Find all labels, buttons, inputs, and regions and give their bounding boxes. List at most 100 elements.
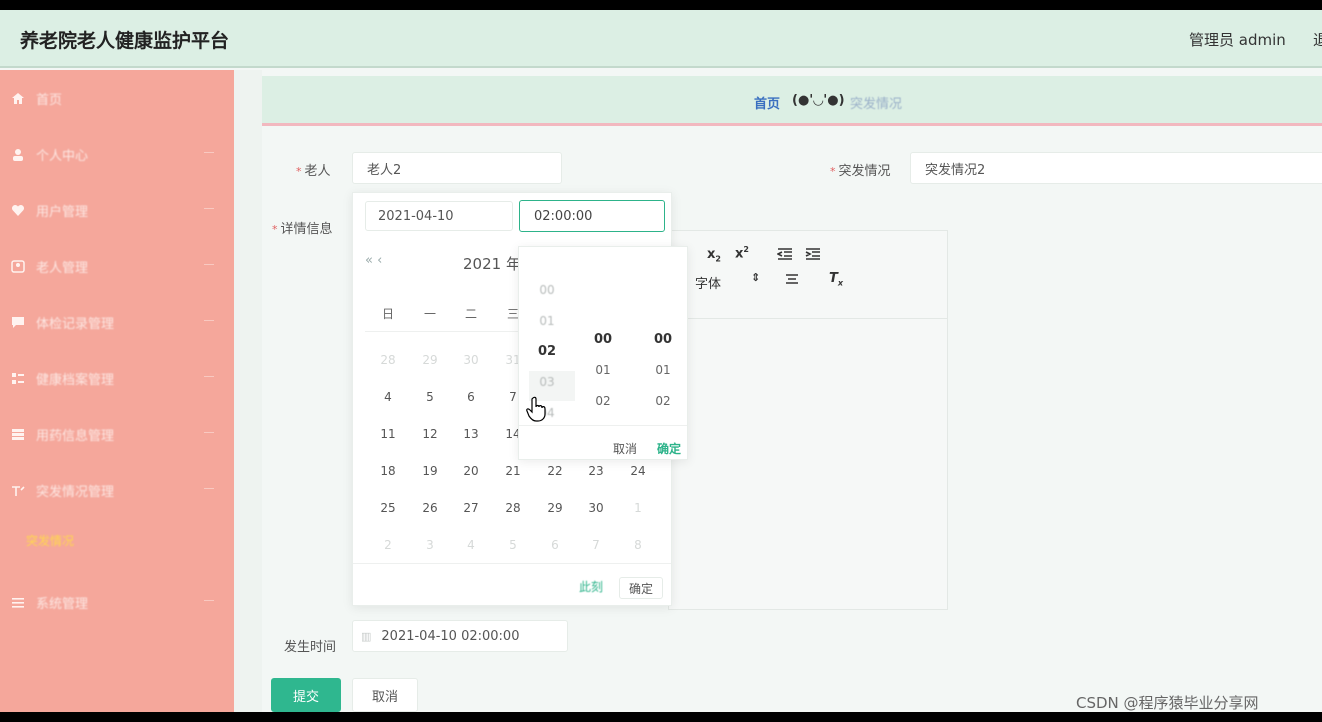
calendar-day[interactable]: 2 — [373, 538, 403, 552]
font-select-arrows-icon: ⇕ — [751, 271, 761, 284]
emergency-input[interactable]: 突发情况2 — [910, 152, 1322, 184]
superscript-icon[interactable]: x2 — [735, 245, 749, 261]
calendar-day[interactable]: 22 — [540, 464, 570, 478]
time-confirm-button[interactable]: 确定 — [657, 440, 681, 457]
calendar-day[interactable]: 4 — [373, 390, 403, 404]
elder-select[interactable]: 老人2 — [352, 152, 562, 184]
sidebar-item-profile[interactable]: 个人中心 — [0, 126, 234, 182]
occurrence-time-value: 2021-04-10 02:00:00 — [381, 628, 520, 644]
calendar-day[interactable]: 23 — [581, 464, 611, 478]
sidebar-item-label: 用户管理 — [36, 204, 89, 220]
heart-icon — [10, 203, 26, 217]
sidebar-item-emergency[interactable]: 突发情况管理 — [0, 462, 234, 518]
time-cancel-button[interactable]: 取消 — [613, 440, 637, 457]
calendar-day[interactable]: 5 — [415, 390, 445, 404]
calendar-day[interactable]: 3 — [415, 538, 445, 552]
time-panel-divider — [519, 425, 687, 426]
weekday-header: 日 — [381, 307, 394, 321]
second-column[interactable]: 00 01 02 — [635, 247, 691, 423]
sidebar-item-elders[interactable]: 老人管理 — [0, 238, 234, 294]
calendar-day[interactable]: 5 — [498, 538, 528, 552]
hour-option[interactable]: 03 — [519, 375, 575, 389]
calendar-day[interactable]: 30 — [581, 501, 611, 515]
second-option-selected[interactable]: 00 — [635, 332, 691, 347]
picker-now-button[interactable]: 此刻 — [579, 578, 603, 595]
chevron-icon — [204, 320, 214, 321]
sidebar-item-home[interactable]: 首页 — [0, 70, 234, 126]
calendar-day[interactable]: 27 — [456, 501, 486, 515]
person-icon — [10, 259, 26, 273]
picker-month-title[interactable]: 2021 年 — [463, 253, 521, 274]
minute-option[interactable]: 02 — [575, 394, 631, 408]
clear-format-icon[interactable]: Tx — [829, 271, 843, 288]
calendar-day[interactable]: 29 — [540, 501, 570, 515]
logout-link[interactable]: 退 — [1313, 29, 1322, 50]
calendar-day[interactable]: 20 — [456, 464, 486, 478]
sidebar-item-label: 系统管理 — [36, 596, 89, 612]
calendar-day[interactable]: 13 — [456, 427, 486, 441]
calendar-day[interactable]: 12 — [415, 427, 445, 441]
calendar-day[interactable]: 21 — [498, 464, 528, 478]
font-family-select[interactable]: 字体 — [695, 273, 721, 292]
calendar-day[interactable]: 4 — [456, 538, 486, 552]
picker-date-input[interactable]: 2021-04-10 — [365, 201, 513, 231]
second-option[interactable]: 01 — [635, 363, 691, 377]
calendar-day[interactable]: 18 — [373, 464, 403, 478]
weekday-header: 二 — [464, 307, 477, 321]
current-user[interactable]: 管理员 admin — [1189, 29, 1286, 50]
calendar-day[interactable]: 8 — [623, 538, 653, 552]
sidebar-item-label: 体检记录管理 — [36, 316, 115, 332]
chevron-icon — [204, 376, 214, 377]
calendar-day[interactable]: 7 — [581, 538, 611, 552]
calendar-day[interactable]: 6 — [540, 538, 570, 552]
user-icon — [10, 147, 26, 161]
grid-icon — [10, 427, 26, 441]
calendar-day[interactable]: 6 — [456, 390, 486, 404]
calendar-day[interactable]: 30 — [456, 353, 486, 367]
sidebar-item-users[interactable]: 用户管理 — [0, 182, 234, 238]
align-icon[interactable] — [785, 273, 799, 289]
editor-toolbar: x2 x2 字体 ⇕ Tx — [669, 231, 947, 319]
minute-option-selected[interactable]: 00 — [575, 332, 631, 347]
hour-option[interactable]: 01 — [519, 314, 575, 328]
hour-option[interactable]: 00 — [519, 283, 575, 297]
breadcrumb-home[interactable]: 首页 — [754, 93, 780, 112]
weekday-header: 一 — [423, 307, 436, 321]
outdent-icon[interactable] — [776, 247, 793, 265]
calendar-day[interactable]: 1 — [623, 501, 653, 515]
calendar-day[interactable]: 25 — [373, 501, 403, 515]
elder-label: * 老人 — [296, 164, 331, 179]
occurrence-time-input[interactable]: ▥ 2021-04-10 02:00:00 — [352, 620, 568, 652]
prev-year-month-icon[interactable]: « ‹ — [365, 253, 382, 268]
chevron-icon — [204, 208, 214, 209]
calendar-day[interactable]: 11 — [373, 427, 403, 441]
minute-option[interactable]: 01 — [575, 363, 631, 377]
rich-text-editor[interactable]: x2 x2 字体 ⇕ Tx — [668, 230, 948, 610]
home-icon — [10, 91, 26, 105]
hour-option-selected[interactable]: 02 — [519, 344, 575, 359]
calendar-day[interactable]: 19 — [415, 464, 445, 478]
chevron-icon — [204, 600, 214, 601]
calendar-day[interactable]: 28 — [498, 501, 528, 515]
sidebar-item-checkup[interactable]: 体检记录管理 — [0, 294, 234, 350]
picker-confirm-button[interactable]: 确定 — [619, 577, 663, 599]
submit-button[interactable]: 提交 — [271, 678, 341, 712]
sidebar-item-system[interactable]: 系统管理 — [0, 574, 234, 630]
calendar-day[interactable]: 28 — [373, 353, 403, 367]
cancel-button[interactable]: 取消 — [352, 678, 418, 712]
calendar-day[interactable]: 26 — [415, 501, 445, 515]
calendar-day[interactable]: 24 — [623, 464, 653, 478]
calendar-day[interactable]: 29 — [415, 353, 445, 367]
hand-cursor-icon — [526, 396, 546, 422]
picker-time-input[interactable]: 02:00:00 — [519, 200, 665, 232]
submenu-item-emergency[interactable]: 突发情况 — [26, 532, 74, 549]
sidebar-item-records[interactable]: 健康档案管理 — [0, 350, 234, 406]
list-icon — [10, 371, 26, 385]
indent-icon[interactable] — [805, 247, 821, 265]
sidebar-item-medication[interactable]: 用药信息管理 — [0, 406, 234, 462]
minute-column[interactable]: 00 01 02 — [575, 247, 631, 423]
subscript-icon[interactable]: x2 — [707, 247, 721, 264]
sidebar-item-label: 突发情况管理 — [36, 484, 115, 500]
second-option[interactable]: 02 — [635, 394, 691, 408]
emergency-label: * 突发情况 — [830, 164, 891, 179]
